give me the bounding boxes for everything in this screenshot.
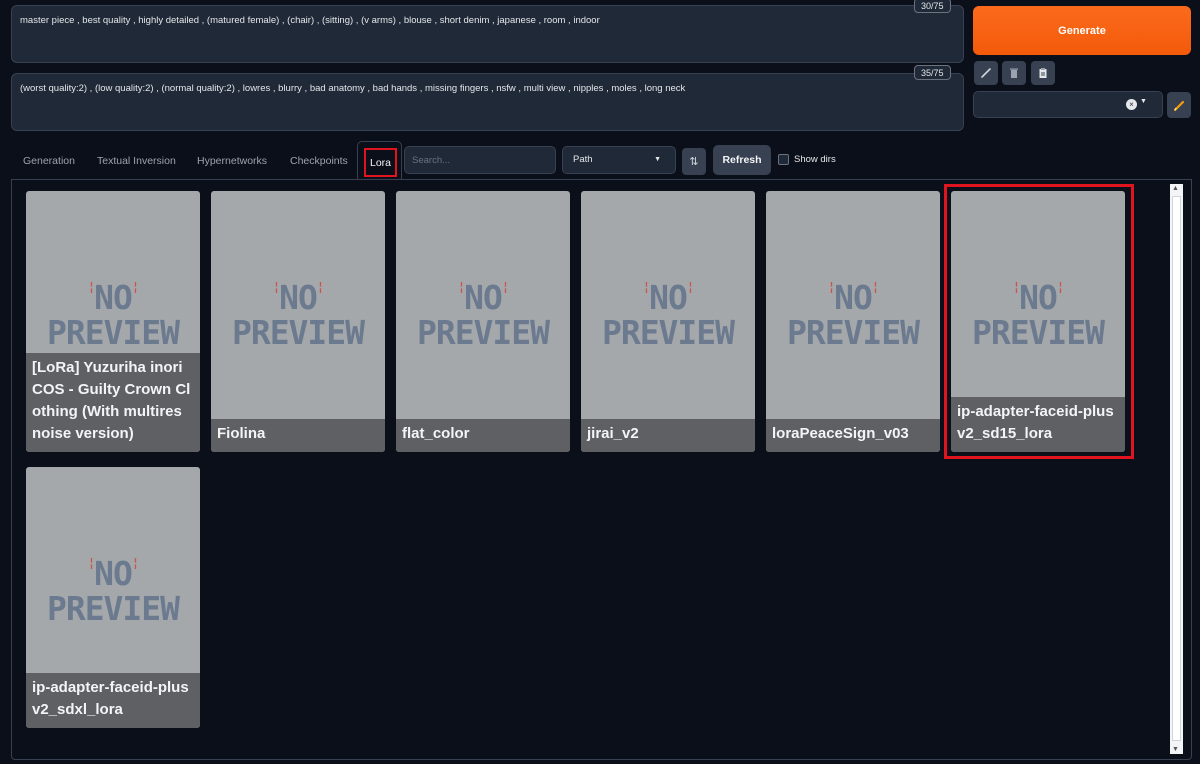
tab-checkpoints[interactable]: Checkpoints <box>290 155 348 167</box>
styles-dropdown[interactable]: × ▼ <box>973 91 1163 118</box>
sort-value: Path <box>573 154 593 165</box>
lora-card-label: loraPeaceSign_v03 <box>766 419 940 452</box>
clipboard-icon <box>1039 68 1047 78</box>
scrollbar[interactable]: ▲ ▼ <box>1170 184 1183 754</box>
positive-token-counter: 30/75 <box>914 0 951 13</box>
trash-icon <box>1010 68 1018 78</box>
pencil-icon <box>1173 100 1184 111</box>
edit-style-button[interactable] <box>1167 92 1191 118</box>
no-preview-image: ¦NO¦ PREVIEW <box>46 278 180 352</box>
generate-button[interactable]: Generate <box>973 6 1191 55</box>
lora-card[interactable]: ¦NO¦ PREVIEW ip-adapter-faceid-plusv2_sd… <box>26 467 200 728</box>
show-dirs-checkbox[interactable] <box>778 154 789 165</box>
lora-card[interactable]: ¦NO¦ PREVIEW [LoRa] Yuzuriha inori COS -… <box>26 191 200 452</box>
no-preview-image: ¦NO¦ PREVIEW <box>601 278 735 352</box>
tab-lora-container: Lora <box>357 141 402 180</box>
show-dirs-label: Show dirs <box>794 154 836 165</box>
chevron-down-icon: ▼ <box>1140 98 1147 105</box>
tab-textual-inversion[interactable]: Textual Inversion <box>97 155 176 167</box>
lora-card[interactable]: ¦NO¦ PREVIEW loraPeaceSign_v03 <box>766 191 940 452</box>
lora-card[interactable]: ¦NO¦ PREVIEW Fiolina <box>211 191 385 452</box>
refresh-button[interactable]: Refresh <box>713 145 771 175</box>
negative-prompt-input[interactable]: (worst quality:2) , (low quality:2) , (n… <box>11 73 964 131</box>
trash-button[interactable] <box>1002 61 1026 85</box>
lora-card[interactable]: ¦NO¦ PREVIEW jirai_v2 <box>581 191 755 452</box>
scrollbar-thumb[interactable] <box>1172 196 1181 741</box>
sort-dropdown[interactable]: Path ▼ <box>562 146 676 174</box>
clipboard-button[interactable] <box>1031 61 1055 85</box>
clear-icon[interactable]: × <box>1126 99 1137 110</box>
no-preview-image: ¦NO¦ PREVIEW <box>416 278 550 352</box>
search-input[interactable] <box>404 146 556 174</box>
tab-generation[interactable]: Generation <box>23 155 75 167</box>
lora-card-label: ip-adapter-faceid-plusv2_sdxl_lora <box>26 673 200 728</box>
no-preview-image: ¦NO¦ PREVIEW <box>231 278 365 352</box>
pencil-button[interactable] <box>974 61 998 85</box>
no-preview-image: ¦NO¦ PREVIEW <box>786 278 920 352</box>
selection-highlight <box>944 184 1134 459</box>
sort-order-button[interactable]: ⇅ <box>682 148 706 175</box>
lora-card-label: flat_color <box>396 419 570 452</box>
tab-lora[interactable]: Lora <box>364 148 397 177</box>
positive-prompt-input[interactable]: master piece , best quality , highly det… <box>11 5 964 63</box>
tab-hypernetworks[interactable]: Hypernetworks <box>197 155 267 167</box>
scroll-down-icon[interactable]: ▼ <box>1172 746 1179 753</box>
lora-card-label: jirai_v2 <box>581 419 755 452</box>
lora-card-label: Fiolina <box>211 419 385 452</box>
no-preview-image: ¦NO¦ PREVIEW <box>46 554 180 628</box>
pencil-icon <box>981 68 991 78</box>
lora-card-label: [LoRa] Yuzuriha inori COS - Guilty Crown… <box>26 353 200 452</box>
lora-card[interactable]: ¦NO¦ PREVIEW flat_color <box>396 191 570 452</box>
negative-token-counter: 35/75 <box>914 65 951 80</box>
sort-order-icon: ⇅ <box>689 156 699 168</box>
chevron-down-icon: ▼ <box>654 156 661 163</box>
scroll-up-icon[interactable]: ▲ <box>1172 185 1179 192</box>
